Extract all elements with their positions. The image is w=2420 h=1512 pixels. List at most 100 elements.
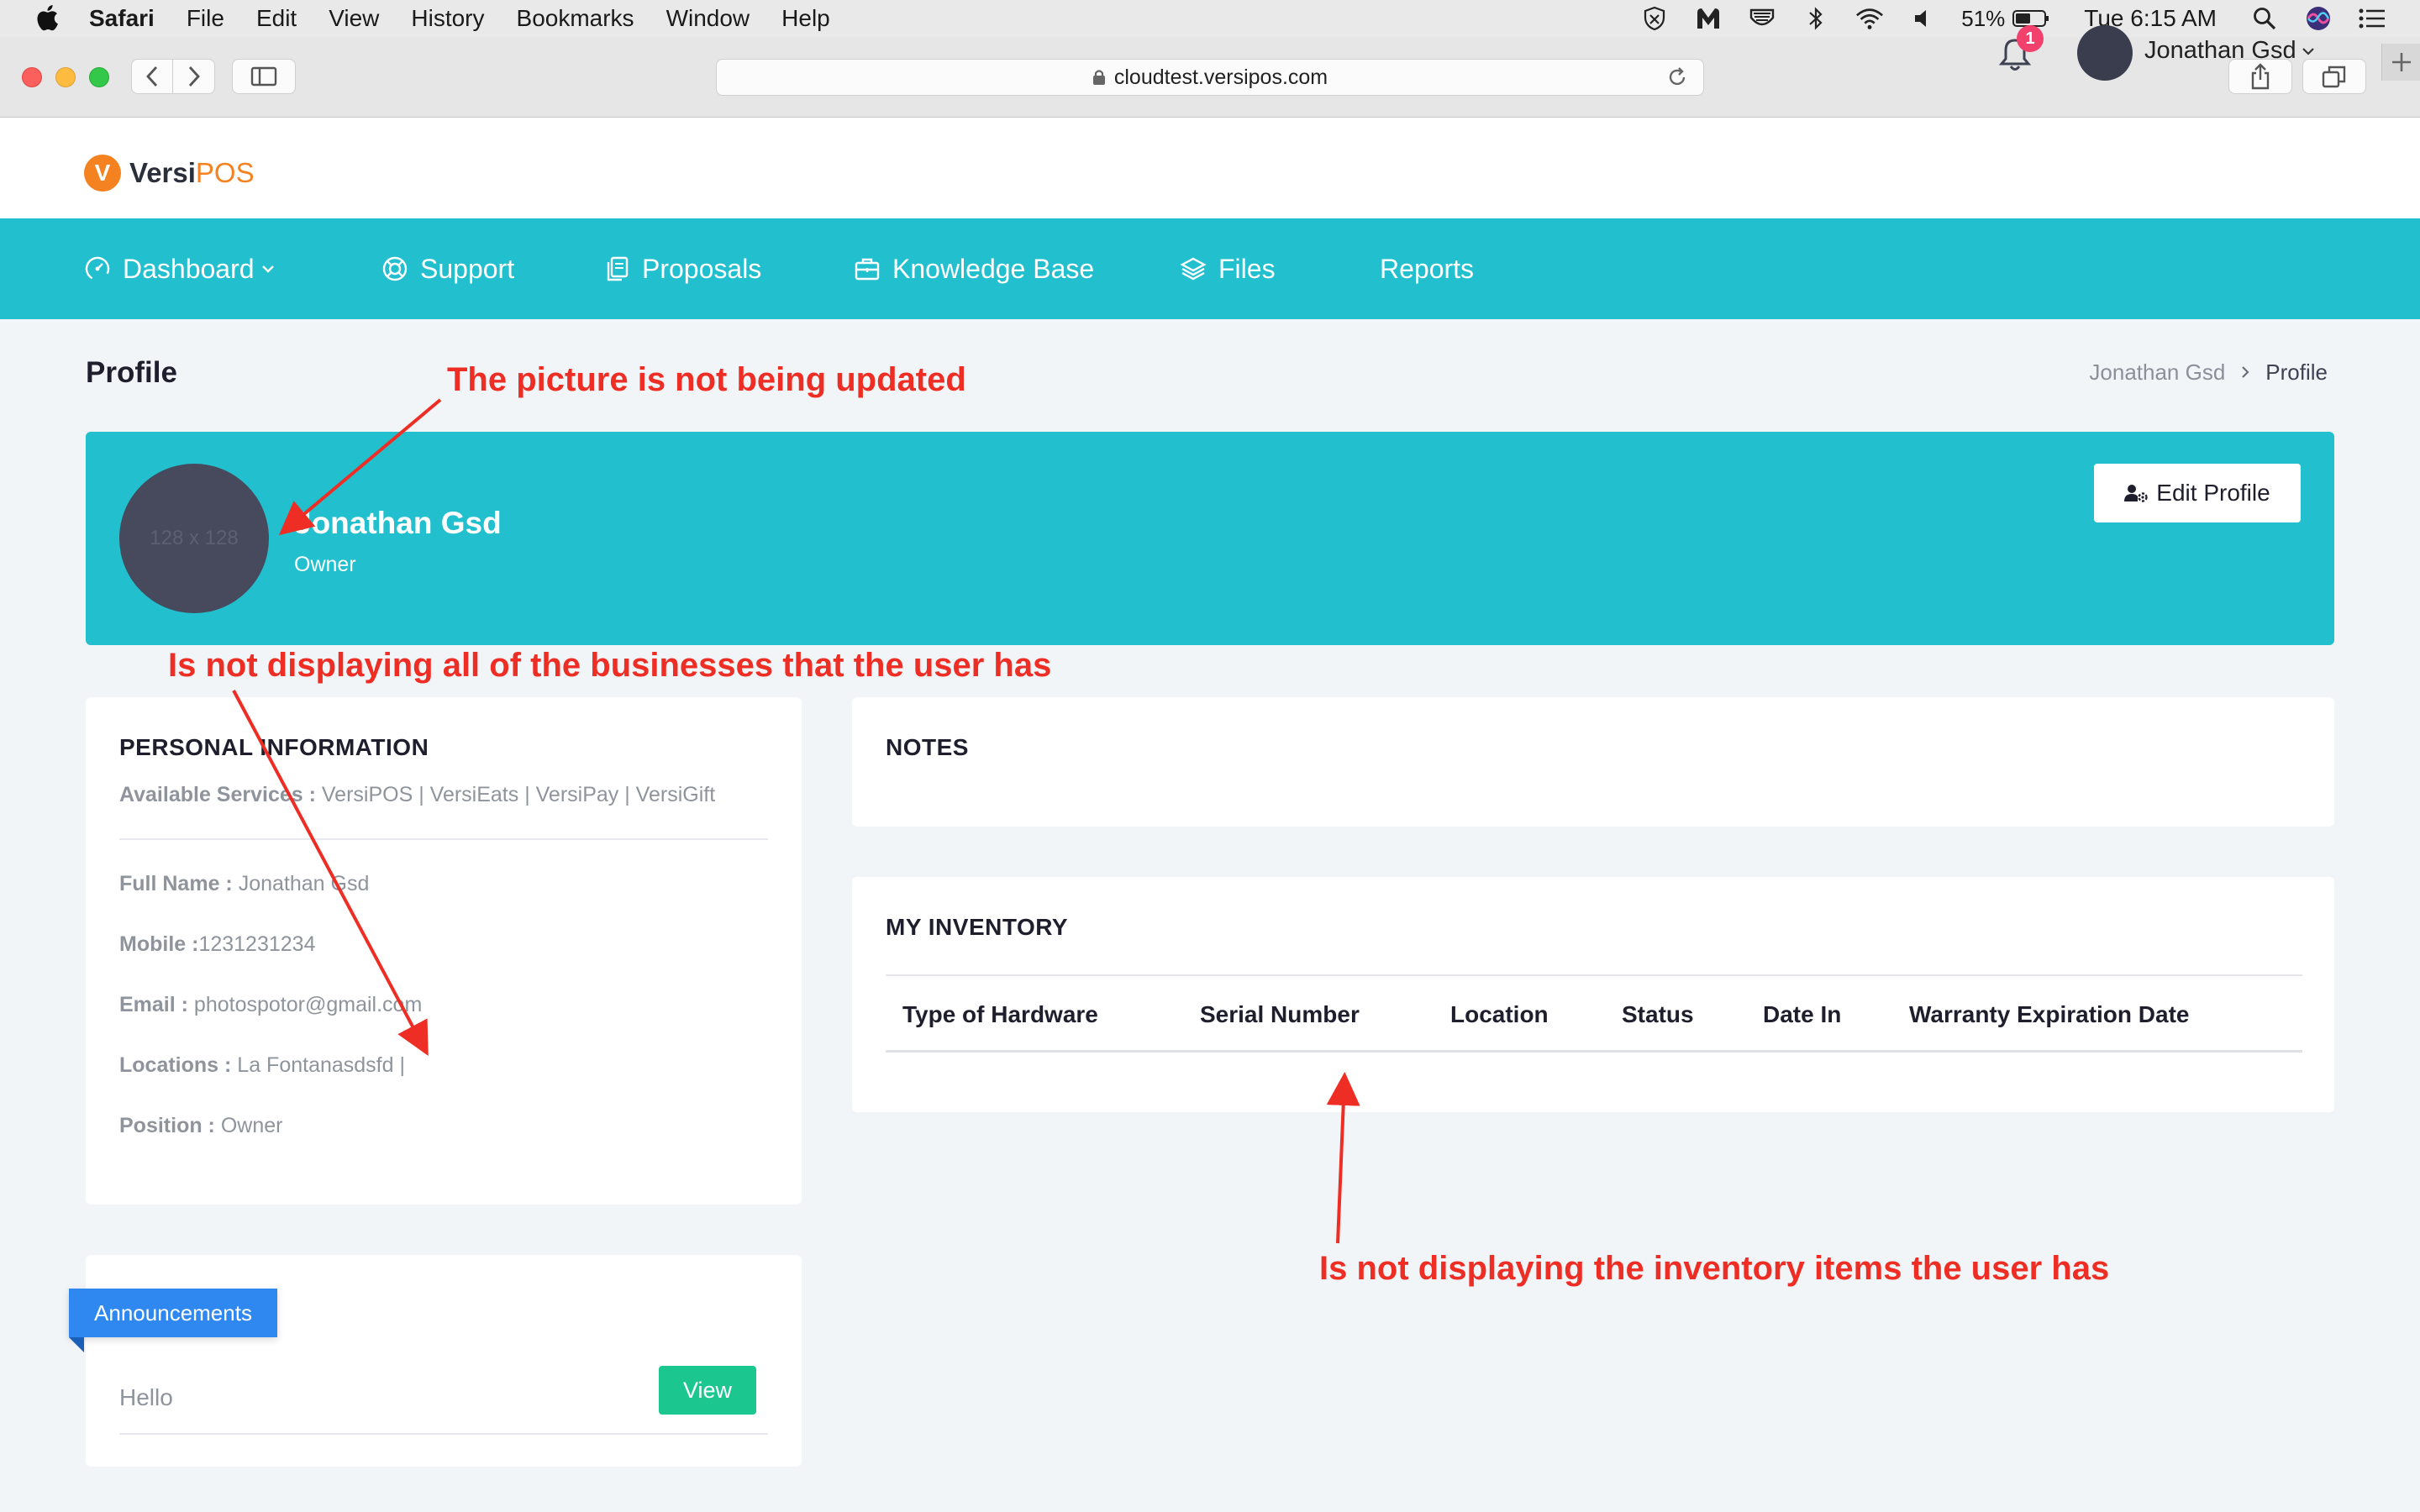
battery-percent: 51% [1961, 5, 2006, 31]
profile-picture[interactable]: 128 x 128 [119, 464, 269, 613]
annotation-businesses: Is not displaying all of the businesses … [168, 647, 1052, 684]
nav-item-label: Proposals [642, 253, 762, 284]
search-icon[interactable] [2250, 6, 2279, 31]
breadcrumb: Jonathan Gsd Profile [2089, 360, 2328, 386]
window-minimize-button[interactable] [55, 67, 76, 87]
address-bar[interactable]: cloudtest.versipos.com [716, 59, 1704, 96]
list-icon[interactable] [2358, 6, 2386, 31]
table-top-border [886, 974, 2302, 976]
menu-view[interactable]: View [329, 5, 379, 32]
edit-profile-label: Edit Profile [2156, 480, 2270, 506]
forward-button[interactable] [173, 59, 214, 94]
nav-item-label: Files [1218, 253, 1276, 284]
breadcrumb-user-link[interactable]: Jonathan Gsd [2089, 360, 2225, 386]
full-name: Full Name : Jonathan Gsd [119, 872, 369, 896]
announcements-ribbon: Announcements [69, 1289, 277, 1337]
personal-information-card: PERSONAL INFORMATION Available Services … [86, 697, 802, 1205]
menu-bookmarks[interactable]: Bookmarks [517, 5, 634, 32]
annotation-picture: The picture is not being updated [447, 361, 966, 398]
mobile-label: Mobile : [119, 932, 199, 956]
chevron-left-icon [146, 66, 158, 87]
breadcrumb-current: Profile [2265, 360, 2328, 385]
new-tab-button[interactable] [2381, 44, 2420, 81]
versipos-logo[interactable]: V VersiPOS [84, 155, 255, 192]
drive-icon[interactable] [1748, 6, 1776, 31]
bluetooth-icon[interactable] [1802, 6, 1830, 31]
nav-item-dashboard[interactable]: Dashboard [84, 218, 275, 319]
menu-edit[interactable]: Edit [256, 5, 297, 32]
user-cog-icon [2124, 485, 2148, 502]
nav-item-support[interactable]: Support [381, 218, 514, 319]
browser-toolbar: cloudtest.versipos.com [0, 37, 2420, 118]
plus-icon [2391, 53, 2411, 71]
divider [119, 1433, 768, 1435]
column-header-date-in[interactable]: Date In [1763, 1001, 1841, 1028]
window-close-button[interactable] [22, 67, 42, 87]
mobile-value: 1231231234 [198, 932, 316, 956]
notes-card: NOTES [852, 697, 2334, 827]
shield-icon[interactable] [1640, 6, 1669, 31]
reload-icon[interactable] [1666, 66, 1688, 88]
app-header: V VersiPOS [0, 118, 2420, 218]
sidebar-icon [250, 66, 277, 87]
announcements-card: Hello [86, 1255, 802, 1467]
history-nav-group [131, 59, 215, 94]
profile-role: Owner [294, 553, 356, 576]
nav-item-files[interactable]: Files [1180, 218, 1276, 319]
menu-file[interactable]: File [187, 5, 224, 32]
window-maximize-button[interactable] [89, 67, 109, 87]
my-inventory-title: MY INVENTORY [886, 914, 1069, 940]
column-header-location[interactable]: Location [1450, 1001, 1549, 1028]
logo-mark: V [84, 155, 121, 192]
column-header-type-of-hardware[interactable]: Type of Hardware [902, 1001, 1098, 1028]
siri-icon[interactable] [2304, 6, 2333, 31]
briefcase-icon [854, 255, 881, 282]
layers-icon [1180, 255, 1207, 282]
column-header-serial-number[interactable]: Serial Number [1200, 1001, 1360, 1028]
mobile: Mobile :1231231234 [119, 932, 315, 957]
column-header-warranty-expiration-date[interactable]: Warranty Expiration Date [1909, 1001, 2189, 1028]
tabs-icon [2322, 66, 2346, 88]
back-button[interactable] [132, 59, 174, 94]
nav-item-label: Knowledge Base [892, 253, 1095, 284]
user-menu[interactable]: Jonathan Gsd [2144, 37, 2315, 65]
divider [119, 838, 768, 840]
notification-badge[interactable]: 1 [2017, 25, 2044, 52]
edit-profile-button[interactable]: Edit Profile [2094, 464, 2301, 522]
view-announcement-button[interactable]: View [659, 1366, 756, 1415]
email-label: Email : [119, 993, 188, 1016]
avatar-placeholder-text: 128 x 128 [150, 527, 239, 549]
malwarebytes-icon[interactable] [1694, 6, 1723, 31]
locations-value: La Fontanasdsfd | [231, 1053, 405, 1077]
nav-item-knowledge-base[interactable]: Knowledge Base [854, 218, 1094, 319]
available-services: Available Services : VersiPOS | VersiEat… [119, 783, 715, 807]
user-menu-name: Jonathan Gsd [2144, 37, 2296, 64]
annotation-inventory: Is not displaying the inventory items th… [1319, 1250, 2110, 1287]
menu-history[interactable]: History [411, 5, 484, 32]
nav-item-proposals[interactable]: Proposals [603, 218, 761, 319]
gauge-icon [84, 255, 111, 282]
chevron-right-icon [188, 66, 200, 87]
table-header-border [886, 1050, 2302, 1053]
full-name-value: Jonathan Gsd [232, 872, 370, 895]
menu-app-safari[interactable]: Safari [89, 5, 155, 32]
menu-window[interactable]: Window [666, 5, 750, 32]
menu-help[interactable]: Help [781, 5, 830, 32]
wifi-icon[interactable] [1855, 6, 1884, 31]
chevron-down-icon [2302, 47, 2314, 55]
ribbon-fold [69, 1337, 84, 1352]
apple-icon[interactable] [35, 5, 60, 32]
my-inventory-card: MY INVENTORY Type of Hardware Serial Num… [852, 877, 2334, 1112]
avatar[interactable] [2077, 25, 2133, 81]
nav-item-label: Dashboard [123, 253, 255, 284]
nav-item-reports[interactable]: Reports [1380, 218, 1474, 319]
profile-banner: 128 x 128 Jonathan Gsd Owner Edit Profil… [86, 432, 2334, 645]
column-header-status[interactable]: Status [1622, 1001, 1694, 1028]
sidebar-toggle-button[interactable] [232, 59, 296, 94]
volume-icon[interactable] [1909, 6, 1938, 31]
logo-text-versi: Versi [129, 157, 196, 188]
available-services-label: Available Services : [119, 783, 316, 806]
url-text: cloudtest.versipos.com [1113, 65, 1328, 89]
position-label: Position : [119, 1114, 215, 1137]
macos-menubar: Safari File Edit View History Bookmarks … [0, 0, 2420, 37]
